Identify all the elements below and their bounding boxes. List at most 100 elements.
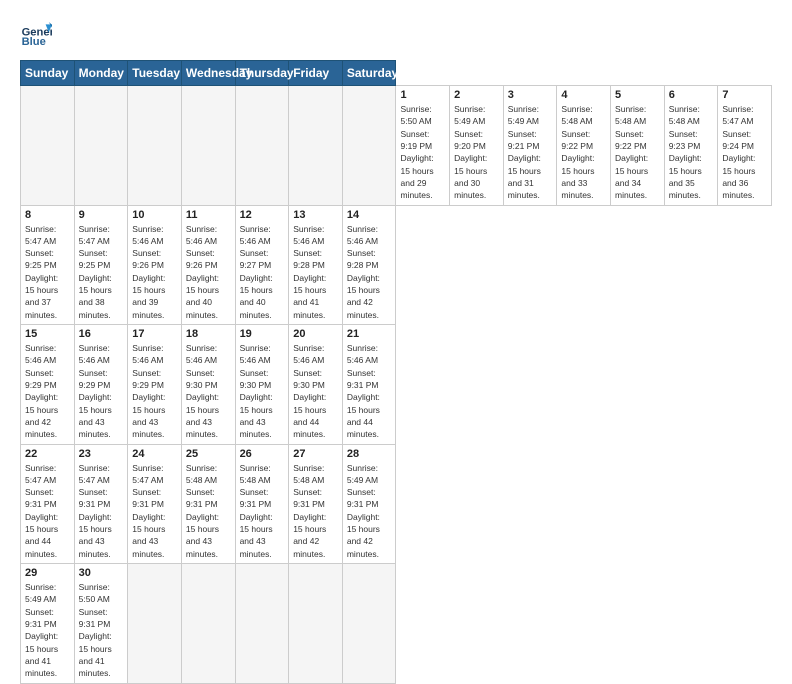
day-number: 19: [240, 328, 285, 340]
calendar-week-2: 8 Sunrise: 5:47 AMSunset: 9:25 PMDayligh…: [21, 205, 772, 325]
calendar-cell: 13 Sunrise: 5:46 AMSunset: 9:28 PMDaylig…: [289, 205, 343, 325]
svg-text:Blue: Blue: [22, 36, 46, 48]
day-number: 25: [186, 448, 231, 460]
calendar-cell: 22 Sunrise: 5:47 AMSunset: 9:31 PMDaylig…: [21, 444, 75, 564]
day-info: Sunrise: 5:46 AMSunset: 9:31 PMDaylight:…: [347, 342, 392, 441]
calendar-cell: 3 Sunrise: 5:49 AMSunset: 9:21 PMDayligh…: [503, 86, 557, 206]
day-info: Sunrise: 5:49 AMSunset: 9:20 PMDaylight:…: [454, 103, 499, 202]
header-friday: Friday: [289, 61, 343, 86]
day-info: Sunrise: 5:48 AMSunset: 9:22 PMDaylight:…: [561, 103, 606, 202]
header-sunday: Sunday: [21, 61, 75, 86]
calendar-cell: [342, 564, 396, 684]
day-info: Sunrise: 5:46 AMSunset: 9:27 PMDaylight:…: [240, 223, 285, 322]
day-number: 10: [132, 209, 177, 221]
calendar-table: SundayMondayTuesdayWednesdayThursdayFrid…: [20, 60, 772, 684]
day-number: 3: [508, 89, 553, 101]
day-info: Sunrise: 5:46 AMSunset: 9:30 PMDaylight:…: [186, 342, 231, 441]
calendar-cell: 28 Sunrise: 5:49 AMSunset: 9:31 PMDaylig…: [342, 444, 396, 564]
calendar-cell: [21, 86, 75, 206]
day-info: Sunrise: 5:46 AMSunset: 9:26 PMDaylight:…: [132, 223, 177, 322]
day-number: 2: [454, 89, 499, 101]
header: General Blue: [20, 18, 772, 50]
calendar-cell: 6 Sunrise: 5:48 AMSunset: 9:23 PMDayligh…: [664, 86, 718, 206]
header-monday: Monday: [74, 61, 128, 86]
calendar-cell: 8 Sunrise: 5:47 AMSunset: 9:25 PMDayligh…: [21, 205, 75, 325]
calendar-week-5: 29 Sunrise: 5:49 AMSunset: 9:31 PMDaylig…: [21, 564, 772, 684]
day-number: 27: [293, 448, 338, 460]
calendar-cell: 11 Sunrise: 5:46 AMSunset: 9:26 PMDaylig…: [181, 205, 235, 325]
day-number: 7: [722, 89, 767, 101]
day-number: 28: [347, 448, 392, 460]
calendar-cell: 30 Sunrise: 5:50 AMSunset: 9:31 PMDaylig…: [74, 564, 128, 684]
day-info: Sunrise: 5:48 AMSunset: 9:22 PMDaylight:…: [615, 103, 660, 202]
day-number: 1: [400, 89, 445, 101]
day-number: 16: [79, 328, 124, 340]
day-info: Sunrise: 5:48 AMSunset: 9:31 PMDaylight:…: [240, 462, 285, 561]
day-number: 17: [132, 328, 177, 340]
calendar-week-4: 22 Sunrise: 5:47 AMSunset: 9:31 PMDaylig…: [21, 444, 772, 564]
calendar-cell: [289, 564, 343, 684]
day-number: 4: [561, 89, 606, 101]
day-info: Sunrise: 5:46 AMSunset: 9:28 PMDaylight:…: [293, 223, 338, 322]
day-info: Sunrise: 5:46 AMSunset: 9:30 PMDaylight:…: [240, 342, 285, 441]
day-info: Sunrise: 5:49 AMSunset: 9:31 PMDaylight:…: [25, 581, 70, 680]
logo-icon: General Blue: [20, 18, 52, 50]
day-number: 9: [79, 209, 124, 221]
day-number: 18: [186, 328, 231, 340]
calendar-cell: 17 Sunrise: 5:46 AMSunset: 9:29 PMDaylig…: [128, 325, 182, 445]
day-number: 12: [240, 209, 285, 221]
header-thursday: Thursday: [235, 61, 289, 86]
calendar-cell: 20 Sunrise: 5:46 AMSunset: 9:30 PMDaylig…: [289, 325, 343, 445]
day-info: Sunrise: 5:47 AMSunset: 9:31 PMDaylight:…: [132, 462, 177, 561]
calendar-cell: 19 Sunrise: 5:46 AMSunset: 9:30 PMDaylig…: [235, 325, 289, 445]
day-info: Sunrise: 5:50 AMSunset: 9:19 PMDaylight:…: [400, 103, 445, 202]
calendar-cell: 27 Sunrise: 5:48 AMSunset: 9:31 PMDaylig…: [289, 444, 343, 564]
day-info: Sunrise: 5:48 AMSunset: 9:31 PMDaylight:…: [186, 462, 231, 561]
day-info: Sunrise: 5:47 AMSunset: 9:25 PMDaylight:…: [25, 223, 70, 322]
day-info: Sunrise: 5:48 AMSunset: 9:31 PMDaylight:…: [293, 462, 338, 561]
calendar-cell: [128, 564, 182, 684]
day-number: 22: [25, 448, 70, 460]
day-info: Sunrise: 5:47 AMSunset: 9:24 PMDaylight:…: [722, 103, 767, 202]
header-tuesday: Tuesday: [128, 61, 182, 86]
calendar-week-1: 1 Sunrise: 5:50 AMSunset: 9:19 PMDayligh…: [21, 86, 772, 206]
calendar-cell: [181, 86, 235, 206]
calendar-cell: 25 Sunrise: 5:48 AMSunset: 9:31 PMDaylig…: [181, 444, 235, 564]
calendar-cell: 21 Sunrise: 5:46 AMSunset: 9:31 PMDaylig…: [342, 325, 396, 445]
day-number: 15: [25, 328, 70, 340]
calendar-cell: 18 Sunrise: 5:46 AMSunset: 9:30 PMDaylig…: [181, 325, 235, 445]
day-number: 24: [132, 448, 177, 460]
day-info: Sunrise: 5:47 AMSunset: 9:31 PMDaylight:…: [79, 462, 124, 561]
calendar-cell: 5 Sunrise: 5:48 AMSunset: 9:22 PMDayligh…: [611, 86, 665, 206]
calendar-cell: [128, 86, 182, 206]
day-info: Sunrise: 5:46 AMSunset: 9:28 PMDaylight:…: [347, 223, 392, 322]
calendar-cell: 9 Sunrise: 5:47 AMSunset: 9:25 PMDayligh…: [74, 205, 128, 325]
calendar-cell: [342, 86, 396, 206]
calendar-cell: [235, 86, 289, 206]
calendar-cell: [74, 86, 128, 206]
calendar-cell: 12 Sunrise: 5:46 AMSunset: 9:27 PMDaylig…: [235, 205, 289, 325]
day-info: Sunrise: 5:46 AMSunset: 9:29 PMDaylight:…: [25, 342, 70, 441]
calendar-cell: 16 Sunrise: 5:46 AMSunset: 9:29 PMDaylig…: [74, 325, 128, 445]
logo: General Blue: [20, 18, 56, 50]
day-number: 5: [615, 89, 660, 101]
calendar-cell: 14 Sunrise: 5:46 AMSunset: 9:28 PMDaylig…: [342, 205, 396, 325]
day-number: 8: [25, 209, 70, 221]
calendar-cell: 23 Sunrise: 5:47 AMSunset: 9:31 PMDaylig…: [74, 444, 128, 564]
calendar-cell: [289, 86, 343, 206]
day-info: Sunrise: 5:49 AMSunset: 9:31 PMDaylight:…: [347, 462, 392, 561]
day-number: 26: [240, 448, 285, 460]
calendar-cell: [181, 564, 235, 684]
day-info: Sunrise: 5:46 AMSunset: 9:29 PMDaylight:…: [132, 342, 177, 441]
calendar-cell: 15 Sunrise: 5:46 AMSunset: 9:29 PMDaylig…: [21, 325, 75, 445]
day-info: Sunrise: 5:50 AMSunset: 9:31 PMDaylight:…: [79, 581, 124, 680]
day-info: Sunrise: 5:47 AMSunset: 9:31 PMDaylight:…: [25, 462, 70, 561]
day-info: Sunrise: 5:46 AMSunset: 9:26 PMDaylight:…: [186, 223, 231, 322]
calendar-cell: 1 Sunrise: 5:50 AMSunset: 9:19 PMDayligh…: [396, 86, 450, 206]
calendar-cell: 2 Sunrise: 5:49 AMSunset: 9:20 PMDayligh…: [450, 86, 504, 206]
day-number: 30: [79, 567, 124, 579]
day-number: 14: [347, 209, 392, 221]
day-number: 13: [293, 209, 338, 221]
day-info: Sunrise: 5:47 AMSunset: 9:25 PMDaylight:…: [79, 223, 124, 322]
calendar-cell: 7 Sunrise: 5:47 AMSunset: 9:24 PMDayligh…: [718, 86, 772, 206]
